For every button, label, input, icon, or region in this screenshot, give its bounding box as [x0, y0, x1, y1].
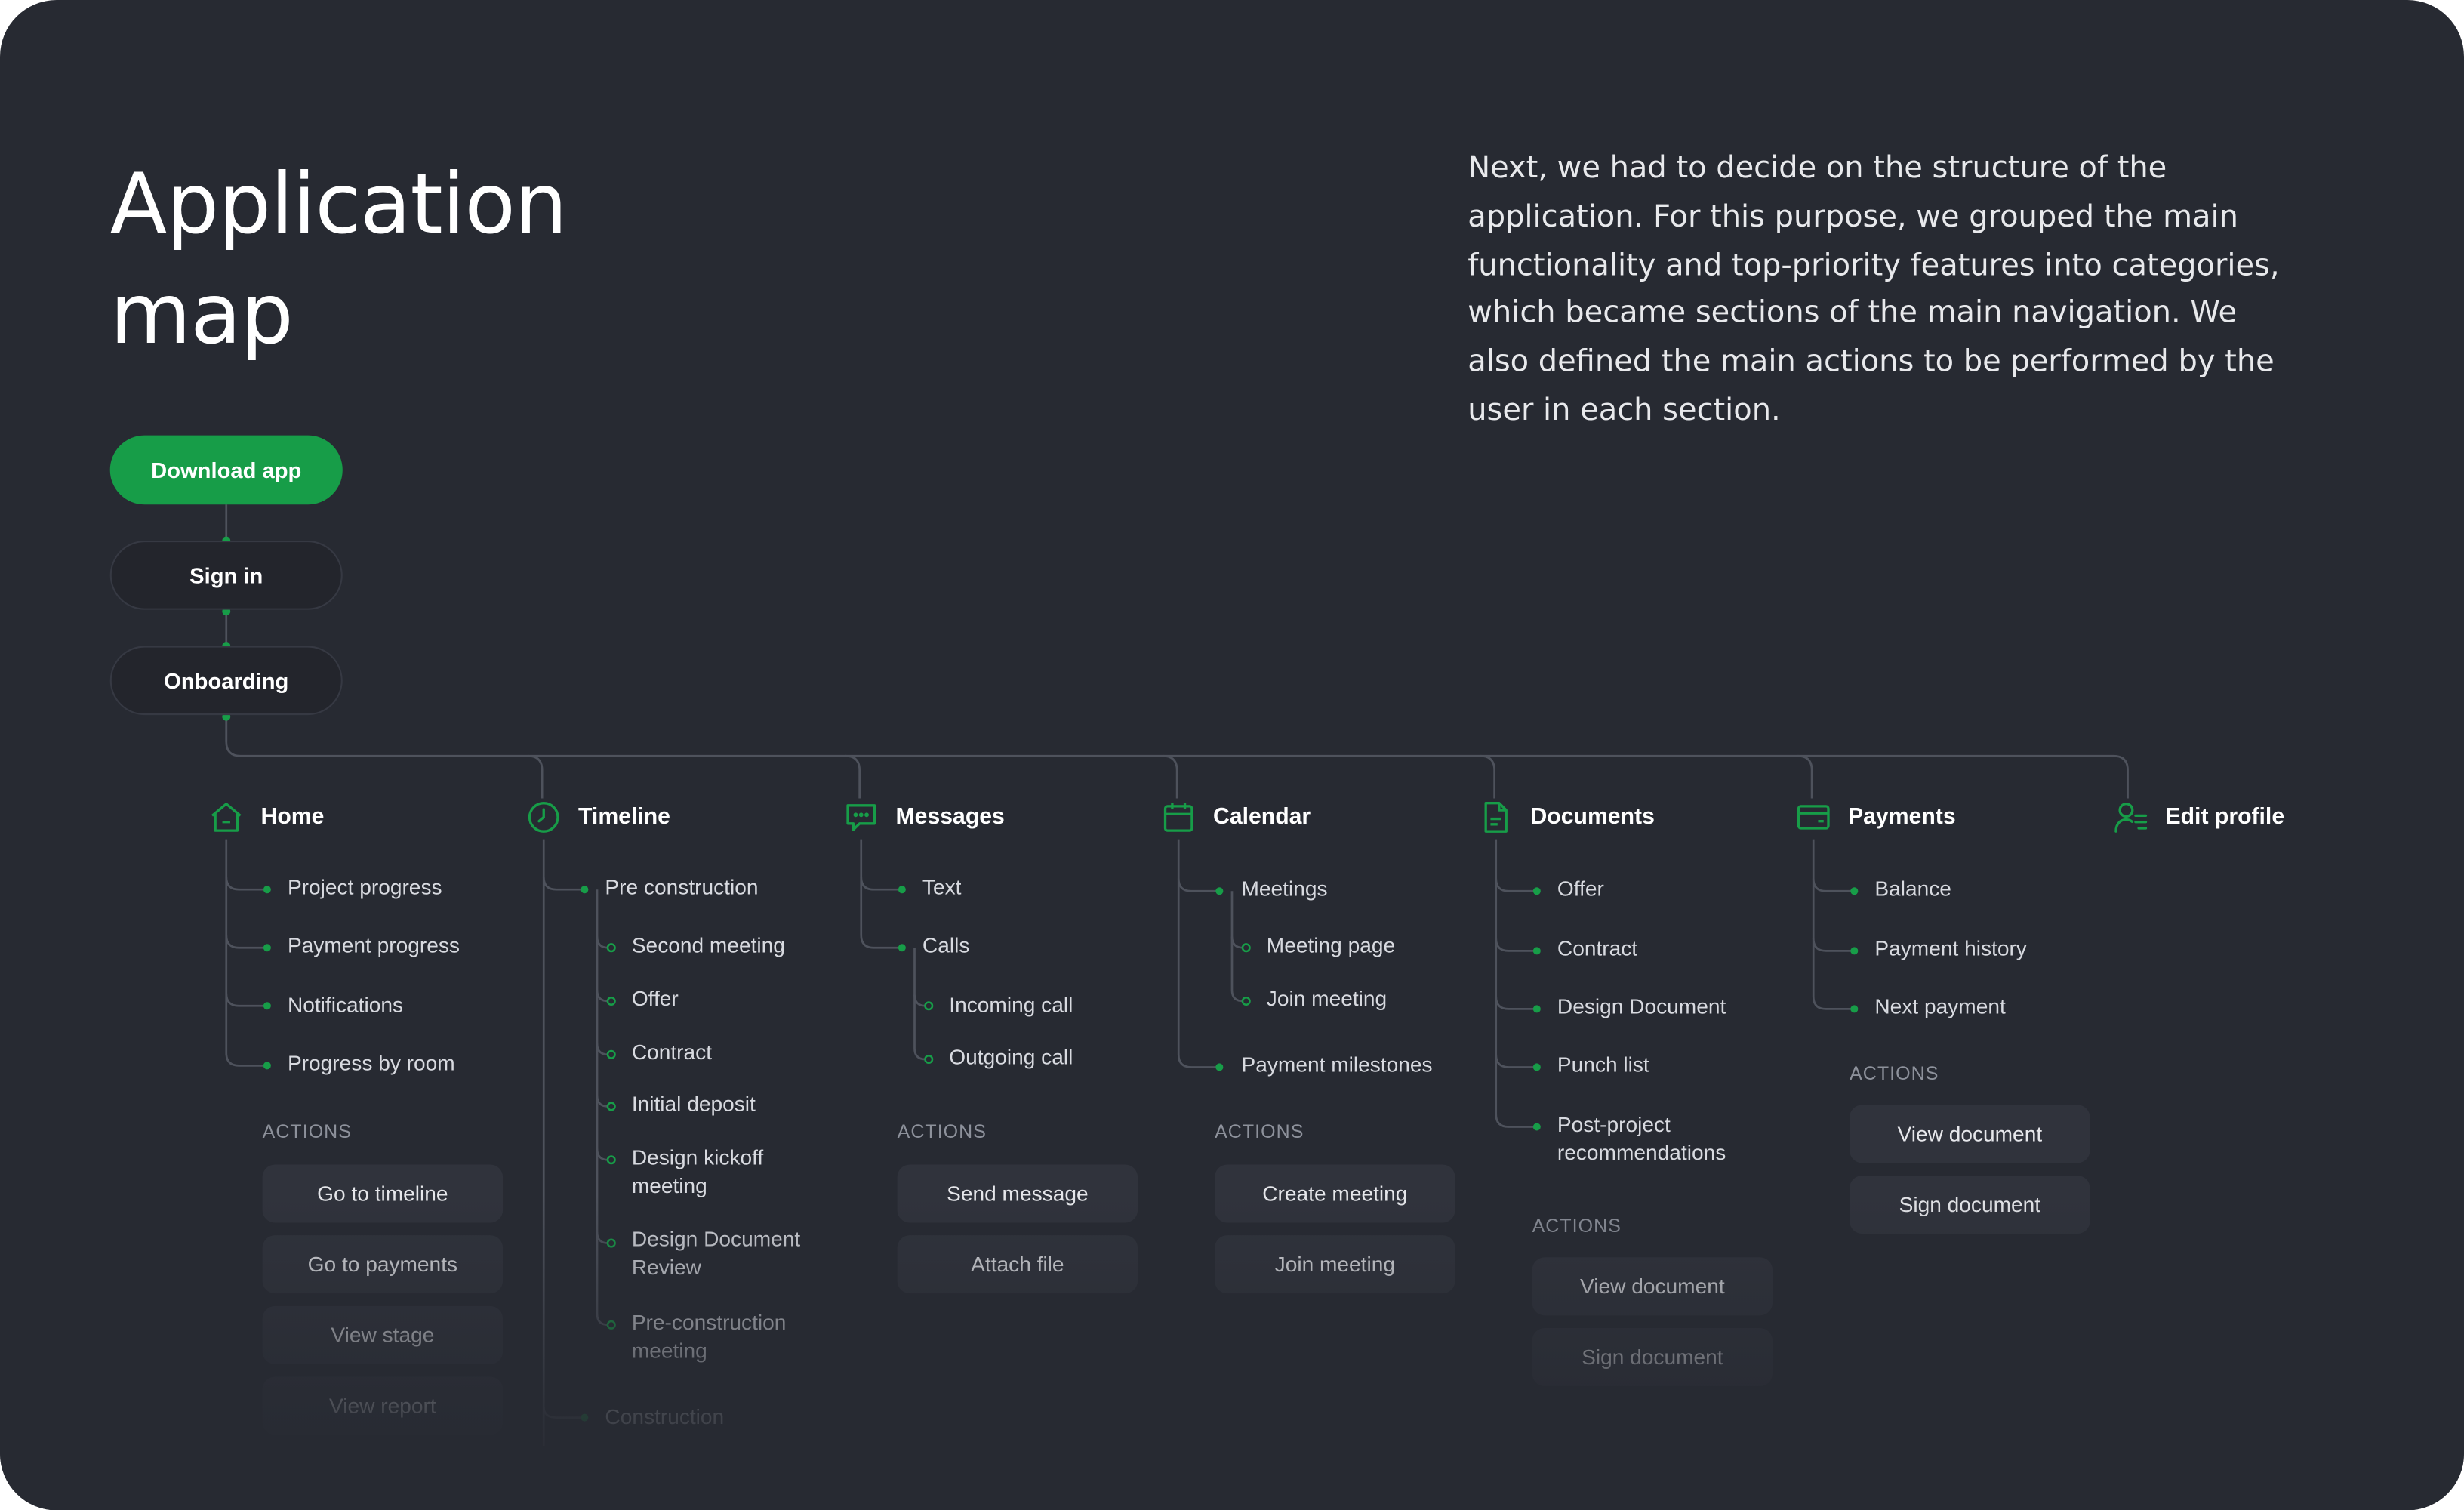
- list-item[interactable]: Offer: [632, 985, 679, 1013]
- list-item[interactable]: Progress by room: [288, 1050, 455, 1078]
- chat-icon: [846, 804, 876, 831]
- section-edit-profile[interactable]: Edit profile: [2112, 798, 2284, 836]
- list-item[interactable]: Design kickoff meeting: [632, 1144, 789, 1200]
- home-icon: [211, 803, 242, 832]
- section-messages[interactable]: Messages: [842, 798, 1005, 836]
- calendar-icon: [1163, 803, 1194, 832]
- onboarding-button[interactable]: Onboarding: [109, 646, 343, 716]
- list-item[interactable]: Incoming call: [949, 992, 1073, 1020]
- list-item[interactable]: Payment milestones: [1241, 1052, 1432, 1080]
- list-item[interactable]: Join meeting: [1267, 985, 1387, 1013]
- list-item[interactable]: Meeting page: [1267, 932, 1395, 960]
- document-icon: [1484, 802, 1508, 833]
- join-meeting-button[interactable]: Join meeting: [1215, 1235, 1455, 1294]
- documents-actions-label: ACTIONS: [1532, 1215, 1622, 1237]
- list-item[interactable]: Outgoing call: [949, 1043, 1073, 1071]
- view-report-button[interactable]: View report: [262, 1376, 504, 1435]
- list-item[interactable]: Construction: [605, 1404, 724, 1431]
- section-documents[interactable]: Documents: [1477, 798, 1655, 836]
- section-timeline[interactable]: Timeline: [525, 798, 670, 836]
- go-to-payments-button[interactable]: Go to payments: [262, 1235, 504, 1294]
- section-payments[interactable]: Payments: [1794, 798, 1956, 836]
- section-calendar-label: Calendar: [1213, 804, 1311, 830]
- view-document-button[interactable]: View document: [1850, 1105, 2090, 1163]
- list-item[interactable]: Initial deposit: [632, 1091, 756, 1119]
- download-app-button[interactable]: Download app: [109, 435, 343, 505]
- sign-document-button[interactable]: Sign document: [1532, 1327, 1773, 1386]
- section-home[interactable]: Home: [208, 798, 325, 836]
- view-stage-button[interactable]: View stage: [262, 1305, 504, 1364]
- list-item[interactable]: Post-project recommendations: [1557, 1111, 1743, 1168]
- list-item[interactable]: Punch list: [1557, 1052, 1649, 1080]
- list-item[interactable]: Notifications: [288, 992, 403, 1020]
- list-item[interactable]: Pre construction: [605, 874, 758, 901]
- list-item[interactable]: Pre-construction meeting: [632, 1309, 805, 1366]
- section-messages-label: Messages: [895, 804, 1005, 830]
- section-edit-profile-label: Edit profile: [2165, 804, 2285, 830]
- section-documents-label: Documents: [1530, 804, 1655, 830]
- card-icon: [1797, 805, 1830, 830]
- list-item[interactable]: Text: [922, 874, 962, 901]
- messages-actions-label: ACTIONS: [897, 1120, 987, 1143]
- list-item[interactable]: Meetings: [1241, 875, 1327, 903]
- section-payments-label: Payments: [1847, 804, 1956, 830]
- section-timeline-label: Timeline: [578, 804, 670, 830]
- clock-icon: [528, 802, 559, 833]
- section-home-label: Home: [260, 804, 325, 830]
- list-item[interactable]: Second meeting: [632, 932, 785, 960]
- user-edit-icon: [2114, 803, 2148, 833]
- list-item[interactable]: Contract: [632, 1039, 712, 1067]
- create-meeting-button[interactable]: Create meeting: [1215, 1164, 1455, 1223]
- list-item[interactable]: Payment progress: [288, 932, 460, 960]
- list-item[interactable]: Calls: [922, 932, 969, 960]
- list-item[interactable]: Contract: [1557, 935, 1637, 963]
- attach-file-button[interactable]: Attach file: [897, 1235, 1138, 1294]
- list-item[interactable]: Design Document: [1557, 994, 1726, 1022]
- send-message-button[interactable]: Send message: [897, 1164, 1138, 1223]
- go-to-timeline-button[interactable]: Go to timeline: [262, 1164, 504, 1223]
- payments-actions-label: ACTIONS: [1850, 1062, 1939, 1085]
- list-item[interactable]: Next payment: [1874, 994, 2005, 1022]
- list-item[interactable]: Offer: [1557, 875, 1604, 903]
- calendar-actions-label: ACTIONS: [1215, 1120, 1304, 1143]
- sign-in-button[interactable]: Sign in: [109, 541, 343, 610]
- view-document-button[interactable]: View document: [1532, 1257, 1773, 1316]
- section-calendar[interactable]: Calendar: [1160, 798, 1311, 836]
- list-item[interactable]: Design Document Review: [632, 1226, 818, 1283]
- list-item[interactable]: Balance: [1874, 875, 1951, 903]
- list-item[interactable]: Project progress: [288, 874, 442, 901]
- application-map-card: Application map Next, we had to decide on…: [0, 0, 2464, 1510]
- list-item[interactable]: Payment history: [1874, 935, 2026, 963]
- home-actions-label: ACTIONS: [262, 1120, 352, 1143]
- sign-document-button[interactable]: Sign document: [1850, 1176, 2090, 1234]
